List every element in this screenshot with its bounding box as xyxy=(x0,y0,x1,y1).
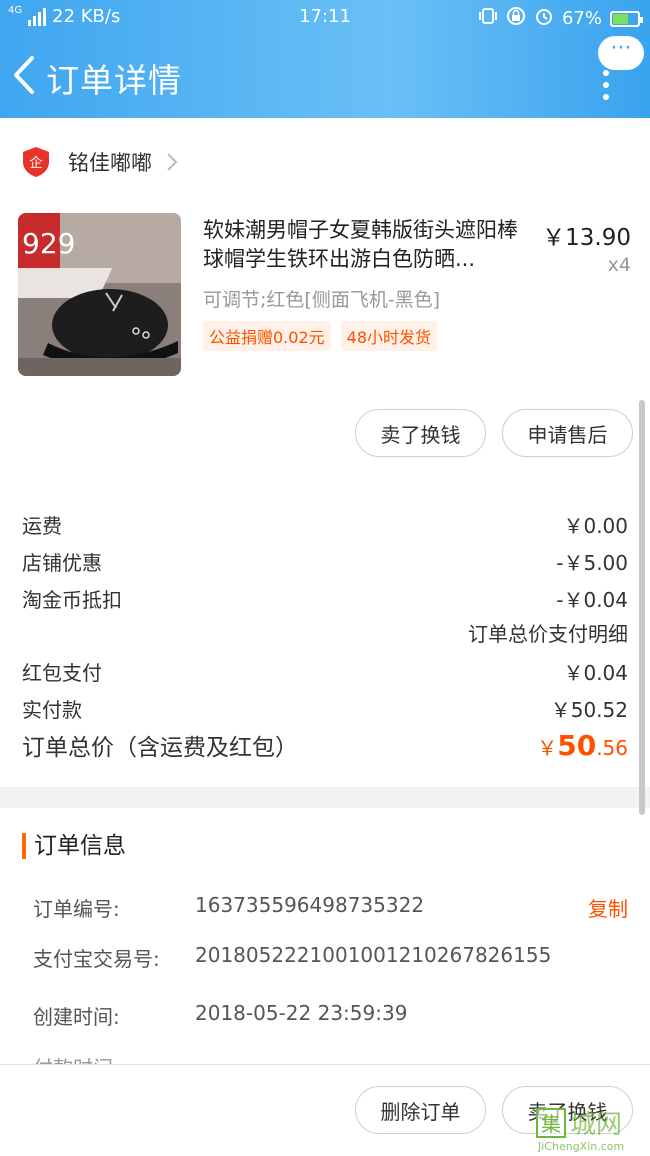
alarm-icon xyxy=(534,6,554,31)
order-number-label: 订单编号: xyxy=(33,897,120,921)
order-total-row: 订单总价（含运费及红包） ￥50.56 xyxy=(22,728,628,762)
page-title: 订单详情 xyxy=(46,61,182,100)
lock-rotation-icon xyxy=(506,6,526,31)
svg-text:企: 企 xyxy=(29,155,42,171)
payment-label: 红包支付 xyxy=(22,661,102,685)
battery-percent: 67% xyxy=(561,8,602,29)
watermark-url: JiChengXin.com xyxy=(538,1140,625,1153)
scrollbar[interactable] xyxy=(639,400,645,815)
delete-order-button[interactable]: 删除订单 xyxy=(355,1086,486,1134)
shop-shield-icon: 企 xyxy=(23,147,49,177)
shop-name: 铭佳嘟嘟 xyxy=(68,151,152,175)
chevron-right-icon xyxy=(167,153,178,171)
total-integer: 50 xyxy=(557,729,597,762)
copy-order-number-button[interactable]: 复制 xyxy=(588,893,628,922)
currency-symbol: ￥ xyxy=(537,736,558,760)
svg-text:929: 929 xyxy=(22,227,75,260)
overflow-menu-icon[interactable] xyxy=(603,70,611,100)
created-time-value: 2018-05-22 23:59:39 xyxy=(195,1001,408,1025)
shop-link[interactable]: 企 铭佳嘟嘟 xyxy=(22,146,178,178)
shipping-tag: 48小时发货 xyxy=(340,321,438,351)
total-decimal: .56 xyxy=(596,736,628,760)
watermark-text: 城网 xyxy=(570,1110,623,1140)
sell-for-cash-button[interactable]: 卖了换钱 xyxy=(355,409,486,457)
vibrate-icon xyxy=(478,6,498,31)
product-quantity: x4 xyxy=(607,254,631,276)
payment-row-actual: 实付款 ￥50.52 xyxy=(22,694,628,723)
battery-icon xyxy=(610,10,643,27)
payment-value: ￥0.04 xyxy=(563,661,628,685)
fee-row-coin-deduction: 淘金币抵扣 -￥0.04 xyxy=(22,584,628,613)
payment-value: ￥50.52 xyxy=(550,698,628,722)
payment-label: 实付款 xyxy=(22,698,82,722)
site-watermark: 集 城网 JiChengXin.com xyxy=(532,1104,650,1155)
fee-label: 店铺优惠 xyxy=(22,551,102,575)
watermark-logo: 集 xyxy=(536,1108,566,1138)
alipay-trade-label: 支付宝交易号: xyxy=(33,947,160,971)
payment-detail-link[interactable]: 订单总价支付明细 xyxy=(468,618,628,647)
order-info-title: 订单信息 xyxy=(22,833,126,859)
fee-row-shop-discount: 店铺优惠 -￥5.00 xyxy=(22,547,628,576)
product-image[interactable]: 929 xyxy=(18,213,181,376)
product-price: ￥13.90 xyxy=(542,225,631,251)
more-menu-button[interactable]: ··· xyxy=(598,36,644,70)
product-tags: 公益捐赠0.02元 48小时发货 xyxy=(203,321,438,351)
fee-value: -￥5.00 xyxy=(556,551,628,575)
order-total-label: 订单总价（含运费及红包） xyxy=(22,735,298,761)
fee-row-shipping: 运费 ￥0.00 xyxy=(22,510,628,539)
fee-value: -￥0.04 xyxy=(556,588,628,612)
product-sku: 可调节;红色[侧面飞机-黑色] xyxy=(203,289,441,311)
created-time-label: 创建时间: xyxy=(33,1005,120,1029)
fee-value: ￥0.00 xyxy=(563,514,628,538)
order-number-value: 163735596498735322 xyxy=(195,893,425,917)
order-total-value: ￥50.56 xyxy=(537,729,628,762)
payment-row-redpacket: 红包支付 ￥0.04 xyxy=(22,657,628,686)
apply-after-sale-button[interactable]: 申请售后 xyxy=(502,409,633,457)
section-divider xyxy=(0,787,650,808)
status-bar: 4G 22 KB/s 17:11 67% xyxy=(0,0,650,34)
fee-label: 运费 xyxy=(22,514,62,538)
payment-time-label: 付款时间: xyxy=(33,1052,120,1064)
app-header: 4G 22 KB/s 17:11 67% 订单详情 ··· xyxy=(0,0,650,118)
alipay-trade-value: 2018052221001001210267826155 xyxy=(195,943,552,967)
product-title[interactable]: 软妹潮男帽子女夏韩版街头遮阳棒球帽学生铁环出游白色防晒... xyxy=(203,216,533,274)
fee-label: 淘金币抵扣 xyxy=(22,588,122,612)
charity-tag: 公益捐赠0.02元 xyxy=(203,321,331,351)
back-button[interactable] xyxy=(10,52,40,98)
chevron-left-icon xyxy=(14,56,34,94)
